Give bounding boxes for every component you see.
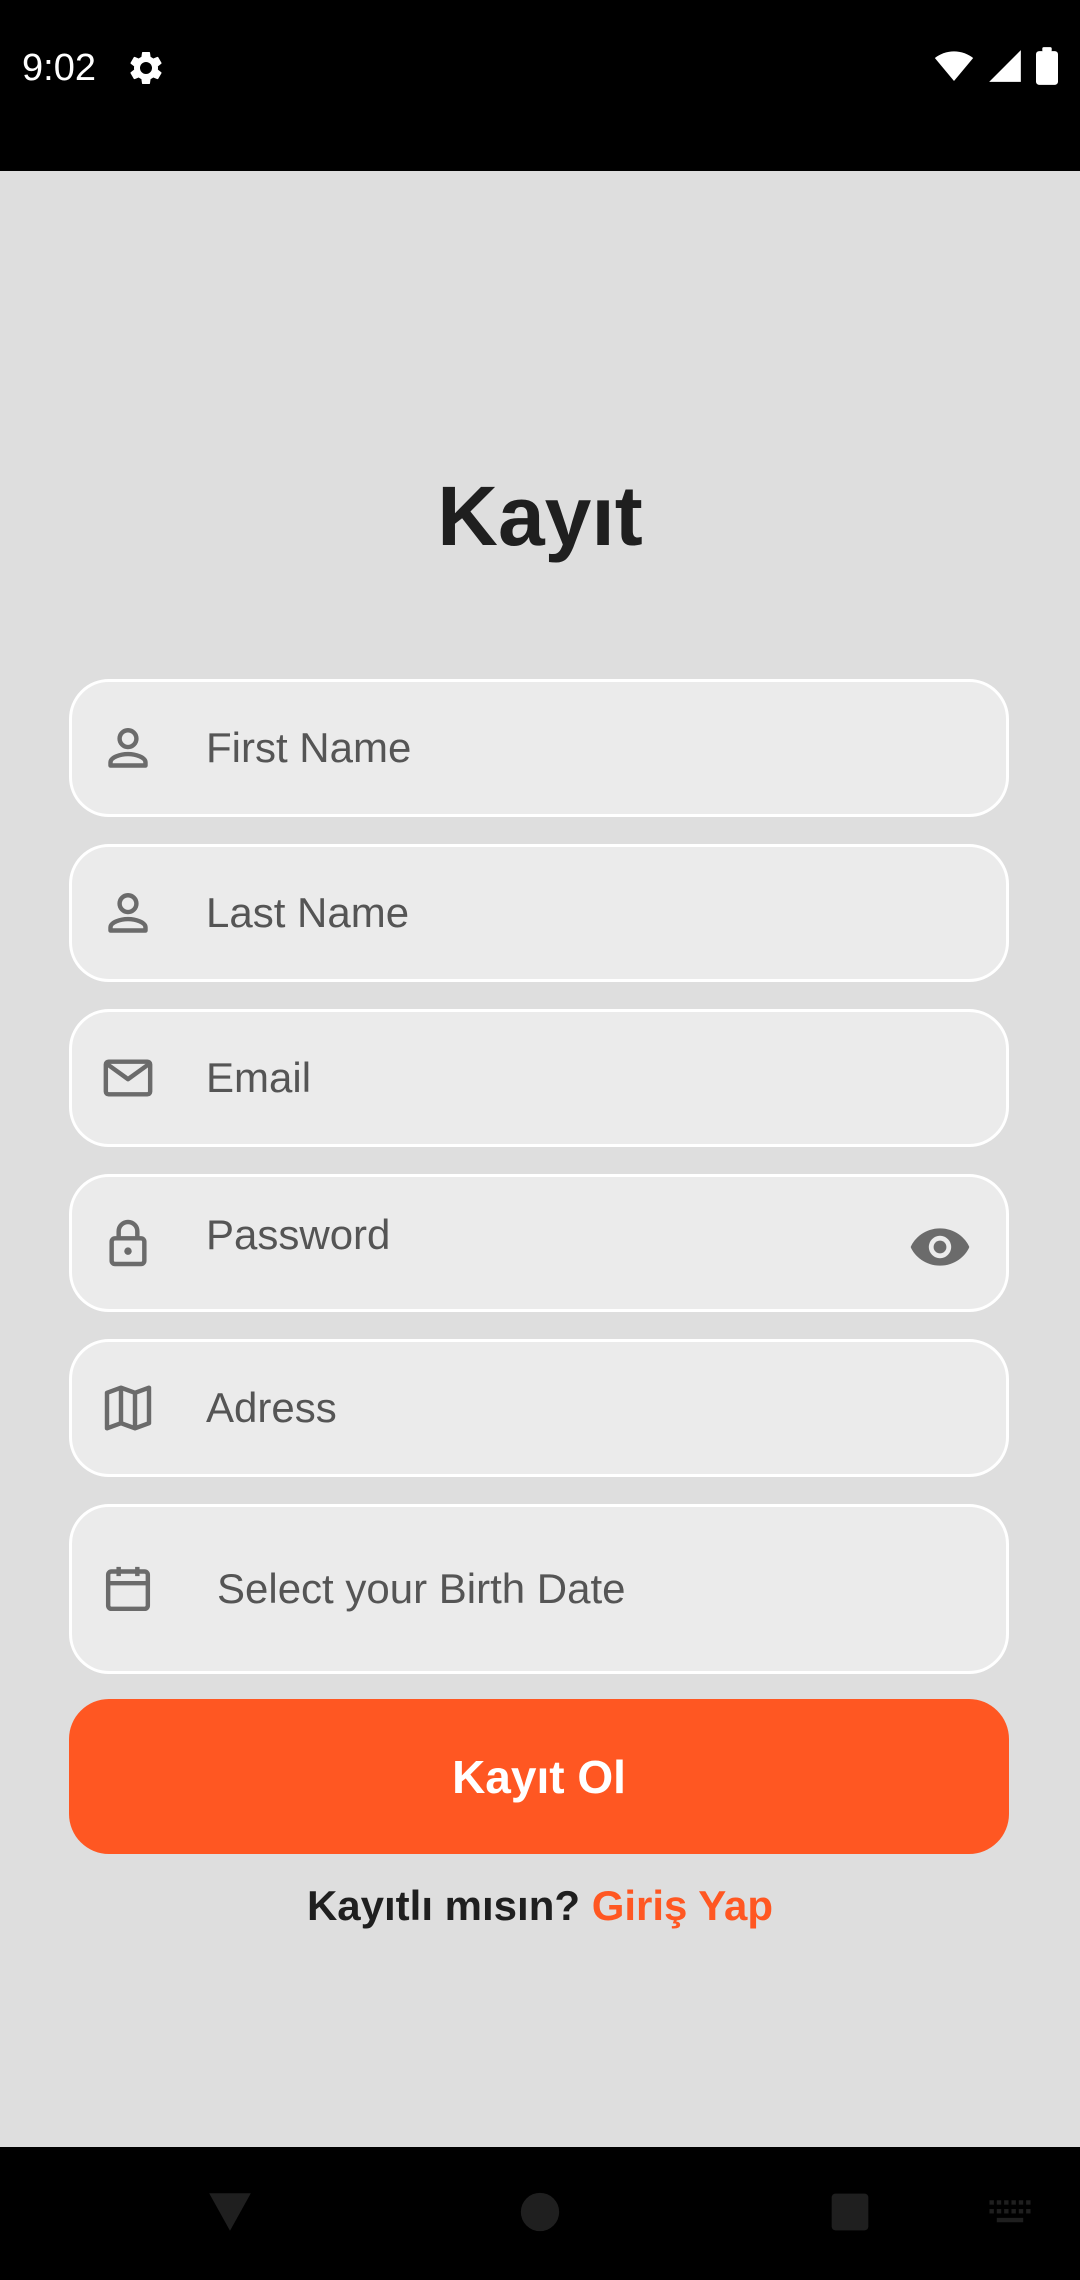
birth-date-field[interactable]: Select your Birth Date [69, 1504, 1009, 1674]
password-placeholder: Password [206, 1211, 391, 1258]
login-prompt-text: Kayıtlı mısın? [306, 1882, 581, 1929]
login-link[interactable]: Giriş Yap [592, 1882, 773, 1929]
calendar-icon [100, 1561, 156, 1617]
signal-icon [986, 47, 1024, 90]
page-title: Kayıt [437, 469, 643, 563]
navigation-bar [0, 2147, 1080, 2280]
eye-icon[interactable] [908, 1215, 972, 1279]
address-placeholder: Adress [206, 1384, 337, 1431]
battery-icon [1036, 46, 1058, 90]
map-icon [100, 1380, 156, 1436]
login-prompt-row: Kayıtlı mısın? Giriş Yap [0, 1876, 1080, 1936]
back-icon[interactable] [200, 2167, 260, 2257]
mail-icon [100, 1050, 156, 1106]
status-time: 9:02 [22, 47, 96, 89]
recents-icon[interactable] [820, 2167, 880, 2257]
gear-icon [126, 48, 166, 88]
email-placeholder: Email [206, 1054, 312, 1101]
first-name-field[interactable]: First Name [69, 679, 1009, 817]
last-name-field[interactable]: Last Name [69, 844, 1009, 982]
keyboard-icon[interactable] [980, 2167, 1040, 2257]
lock-icon [100, 1215, 156, 1271]
password-field[interactable]: Password [69, 1174, 1009, 1312]
person-icon [100, 885, 156, 941]
status-bar: 9:02 [0, 0, 1080, 171]
first-name-placeholder: First Name [206, 724, 412, 771]
status-icons [934, 46, 1058, 90]
wifi-icon [934, 49, 974, 88]
email-field[interactable]: Email [69, 1009, 1009, 1147]
home-icon[interactable] [510, 2167, 570, 2257]
last-name-placeholder: Last Name [206, 889, 410, 936]
register-screen: Kayıt First Name Last Name Email Passwor… [0, 171, 1080, 2147]
birth-date-placeholder: Select your Birth Date [217, 1565, 626, 1612]
register-button[interactable]: Kayıt Ol [69, 1699, 1009, 1854]
person-icon [100, 720, 156, 776]
address-field[interactable]: Adress [69, 1339, 1009, 1477]
